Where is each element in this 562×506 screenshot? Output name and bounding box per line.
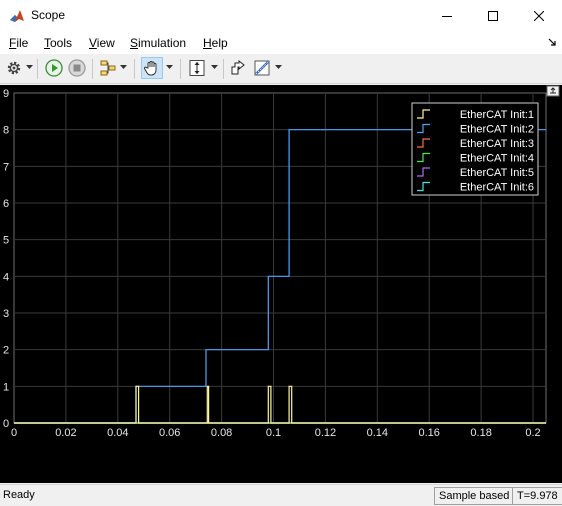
menu-view-mnemonic: V [89, 36, 97, 50]
x-tick-label: 0.14 [367, 427, 388, 439]
legend-entry: EtherCAT Init:6 [460, 182, 534, 194]
legend: EtherCAT Init:1 EtherCAT Init:2 EtherCAT I… [411, 102, 539, 196]
y-tick-label: 5 [3, 235, 9, 247]
menu-simulation-rest: imulation [138, 36, 187, 50]
measurements-button[interactable] [251, 57, 273, 79]
y-tick-label: 0 [3, 418, 9, 430]
x-tick-label: 0.18 [470, 427, 491, 439]
close-button[interactable] [516, 0, 562, 32]
menu-simulation[interactable]: Simulation [130, 36, 186, 50]
zoom-axes-icon [189, 60, 205, 76]
x-tick-label: 0.16 [419, 427, 440, 439]
x-tick-label: 0.1 [266, 427, 281, 439]
scope-plot[interactable]: 0 0.02 0.04 0.06 0.08 0.1 0.12 0.14 0.16 0.18 0.2 0… [0, 85, 562, 483]
window-title: Scope [31, 8, 66, 22]
x-tick-label: 0.02 [55, 427, 76, 439]
axes-menu-button[interactable] [546, 85, 560, 97]
undock-arrow-icon[interactable] [548, 38, 556, 46]
measurements-dropdown-icon[interactable] [275, 64, 282, 70]
signal-selector-dropdown-icon[interactable] [120, 64, 127, 70]
x-tick-label: 0.04 [107, 427, 128, 439]
y-tick-label: 6 [3, 198, 9, 210]
toolbar-separator [134, 59, 135, 79]
x-tick-label: 0.2 [525, 427, 540, 439]
y-tick-label: 9 [3, 88, 9, 100]
simulation-time-indicator: T=9.978 [512, 487, 562, 505]
x-tick-label: 0.12 [315, 427, 336, 439]
toolbar-separator [92, 59, 93, 79]
menu-view[interactable]: View [89, 36, 115, 50]
toolbar-separator [180, 59, 181, 79]
x-tick-label: 0.08 [211, 427, 232, 439]
legend-entry: EtherCAT Init:4 [460, 153, 534, 165]
pan-dropdown-icon[interactable] [166, 64, 173, 70]
measure-icon [254, 60, 270, 76]
menu-help[interactable]: Help [203, 36, 228, 50]
menu-file[interactable]: File [9, 36, 28, 50]
menu-help-mnemonic: H [203, 36, 212, 50]
matlab-app-icon [9, 8, 25, 24]
y-tick-label: 3 [3, 308, 9, 320]
x-tick-label: 0 [11, 427, 17, 439]
zoom-axes-button[interactable] [186, 57, 208, 79]
close-icon [534, 11, 544, 21]
menu-tools-rest: ools [50, 36, 73, 50]
minimize-icon [442, 16, 452, 17]
configuration-button[interactable] [3, 57, 25, 79]
signal-selector-button[interactable] [97, 57, 119, 79]
menu-view-rest: iew [96, 36, 115, 50]
toolbar-separator [223, 59, 224, 79]
maximize-button[interactable] [470, 0, 516, 32]
stop-icon [68, 59, 86, 77]
series-line-1 [14, 385, 546, 424]
run-icon [45, 59, 63, 77]
menu-tools[interactable]: Tools [44, 36, 72, 50]
y-tick-label: 2 [3, 345, 9, 357]
restore-style-icon [231, 59, 245, 75]
run-button[interactable] [43, 57, 65, 79]
legend-entry: EtherCAT Init:5 [460, 167, 534, 179]
legend-entry: EtherCAT Init:2 [460, 124, 534, 136]
menu-bar: File Tools View Simulation Help [0, 32, 562, 54]
y-tick-label: 7 [3, 161, 9, 173]
status-ready-text: Ready [3, 489, 35, 501]
y-tick-label: 4 [3, 271, 9, 283]
pan-button[interactable] [141, 57, 163, 79]
stop-button[interactable] [66, 57, 88, 79]
x-tick-label: 0.06 [159, 427, 180, 439]
menu-file-rest: ile [16, 36, 29, 50]
toolbar-separator [37, 59, 38, 79]
zoom-dropdown-icon[interactable] [211, 64, 218, 70]
configuration-dropdown-icon[interactable] [26, 64, 33, 70]
sample-based-indicator: Sample based [434, 487, 515, 505]
pan-hand-icon [143, 61, 157, 76]
legend-entry: EtherCAT Init:3 [460, 138, 534, 150]
gear-icon [7, 61, 21, 75]
y-tick-label: 8 [3, 125, 9, 137]
menu-help-rest: elp [211, 36, 228, 50]
status-bar: Ready Sample based T=9.978 [0, 484, 562, 506]
maximize-icon [488, 11, 498, 21]
minimize-button[interactable] [424, 0, 470, 32]
style-button[interactable] [227, 57, 249, 79]
title-bar: Scope [0, 0, 562, 32]
signal-selector-icon [100, 60, 116, 76]
legend-entry: EtherCAT Init:1 [460, 109, 534, 121]
toolbar [0, 54, 562, 84]
menu-simulation-mnemonic: S [130, 36, 139, 50]
y-tick-label: 1 [3, 381, 9, 393]
